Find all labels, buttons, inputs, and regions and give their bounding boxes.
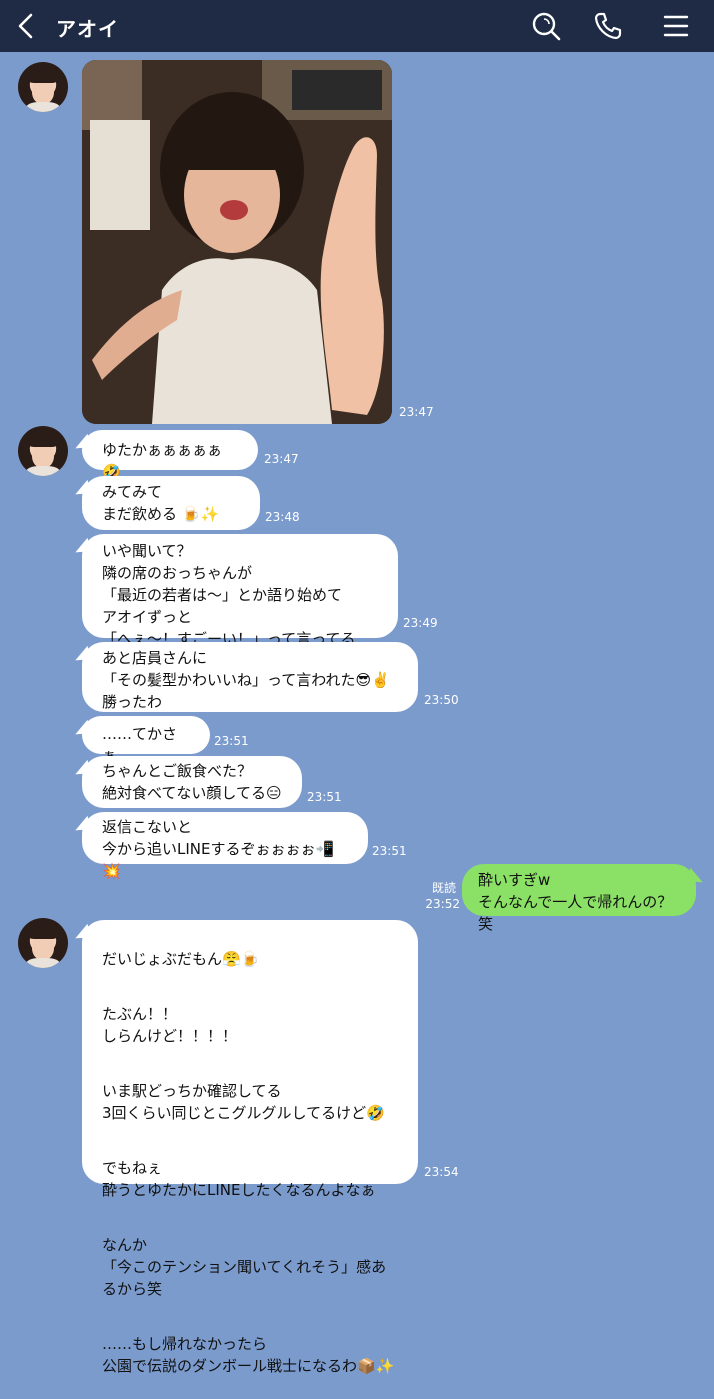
timestamp: 23:51 (372, 844, 407, 858)
menu-icon[interactable] (660, 10, 692, 42)
message-bubble[interactable]: だいじょぶだもん😤🍺 たぶん！！ しらんけど！！！！ いま駅どっちか確認してる … (82, 920, 418, 1375)
message-bubble[interactable]: ゆたかぁぁぁぁぁ🤣 (82, 430, 258, 481)
message-bubble[interactable]: いや聞いて？ 隣の席のおっちゃんが 「最近の若者は〜」とか語り始めて アオイずっ… (82, 534, 398, 670)
timestamp: 23:47 (399, 405, 434, 419)
chat-header: アオイ (0, 0, 714, 52)
message-bubble[interactable]: ちゃんとご飯食べた？ 絶対食べてない顔してる😑 (82, 756, 302, 808)
avatar[interactable] (18, 62, 68, 112)
message-paragraph: いま駅どっちか確認してる 3回くらい同じとこグルグルしてるけど🤣 (102, 1082, 385, 1122)
chat-title: アオイ (56, 17, 119, 41)
timestamp: 23:49 (403, 616, 438, 630)
timestamp: 23:50 (424, 693, 459, 707)
timestamp: 23:51 (214, 734, 249, 748)
message-bubble[interactable]: ……てかさぁ (82, 716, 210, 765)
message-paragraph: だいじょぶだもん😤🍺 (102, 950, 260, 968)
phone-icon[interactable] (592, 10, 624, 42)
timestamp: 23:47 (264, 452, 299, 466)
read-receipt: 既読 23:52 (420, 880, 460, 911)
message-paragraph: なんか 「今このテンション聞いてくれそう」感あるから笑 (102, 1236, 387, 1298)
message-bubble[interactable]: みてみて まだ飲める 🍺✨ (82, 476, 260, 530)
timestamp: 23:52 (425, 897, 460, 911)
avatar[interactable] (18, 426, 68, 476)
timestamp: 23:48 (265, 510, 300, 524)
message-paragraph: でもねぇ 酔うとゆたかにLINEしたくなるんよなぁ (102, 1159, 376, 1199)
selfie-image (82, 60, 392, 424)
timestamp: 23:54 (424, 1165, 459, 1179)
chat-area[interactable]: 23:47 ゆたかぁぁぁぁぁ🤣 23:47 みてみて まだ飲める 🍺✨ 23:4… (0, 52, 714, 1375)
my-message-bubble[interactable]: 酔いすぎw そんなんで一人で帰れんの？笑 (462, 864, 696, 933)
message-paragraph: ……もし帰れなかったら 公園で伝説のダンボール戦士になるわ📦✨ (102, 1335, 395, 1375)
photo-message[interactable] (82, 60, 392, 424)
message-bubble[interactable]: あと店員さんに 「その髪型かわいいね」って言われた😎✌️ 勝ったわ (82, 642, 418, 712)
message-bubble[interactable]: 返信こないと 今から追いLINEするぞぉぉぉぉ📲💥 (82, 812, 368, 880)
avatar[interactable] (18, 918, 68, 968)
message-paragraph: たぶん！！ しらんけど！！！！ (102, 1005, 238, 1045)
timestamp: 23:51 (307, 790, 342, 804)
search-icon[interactable] (530, 10, 562, 42)
chevron-left-icon[interactable] (14, 12, 38, 40)
